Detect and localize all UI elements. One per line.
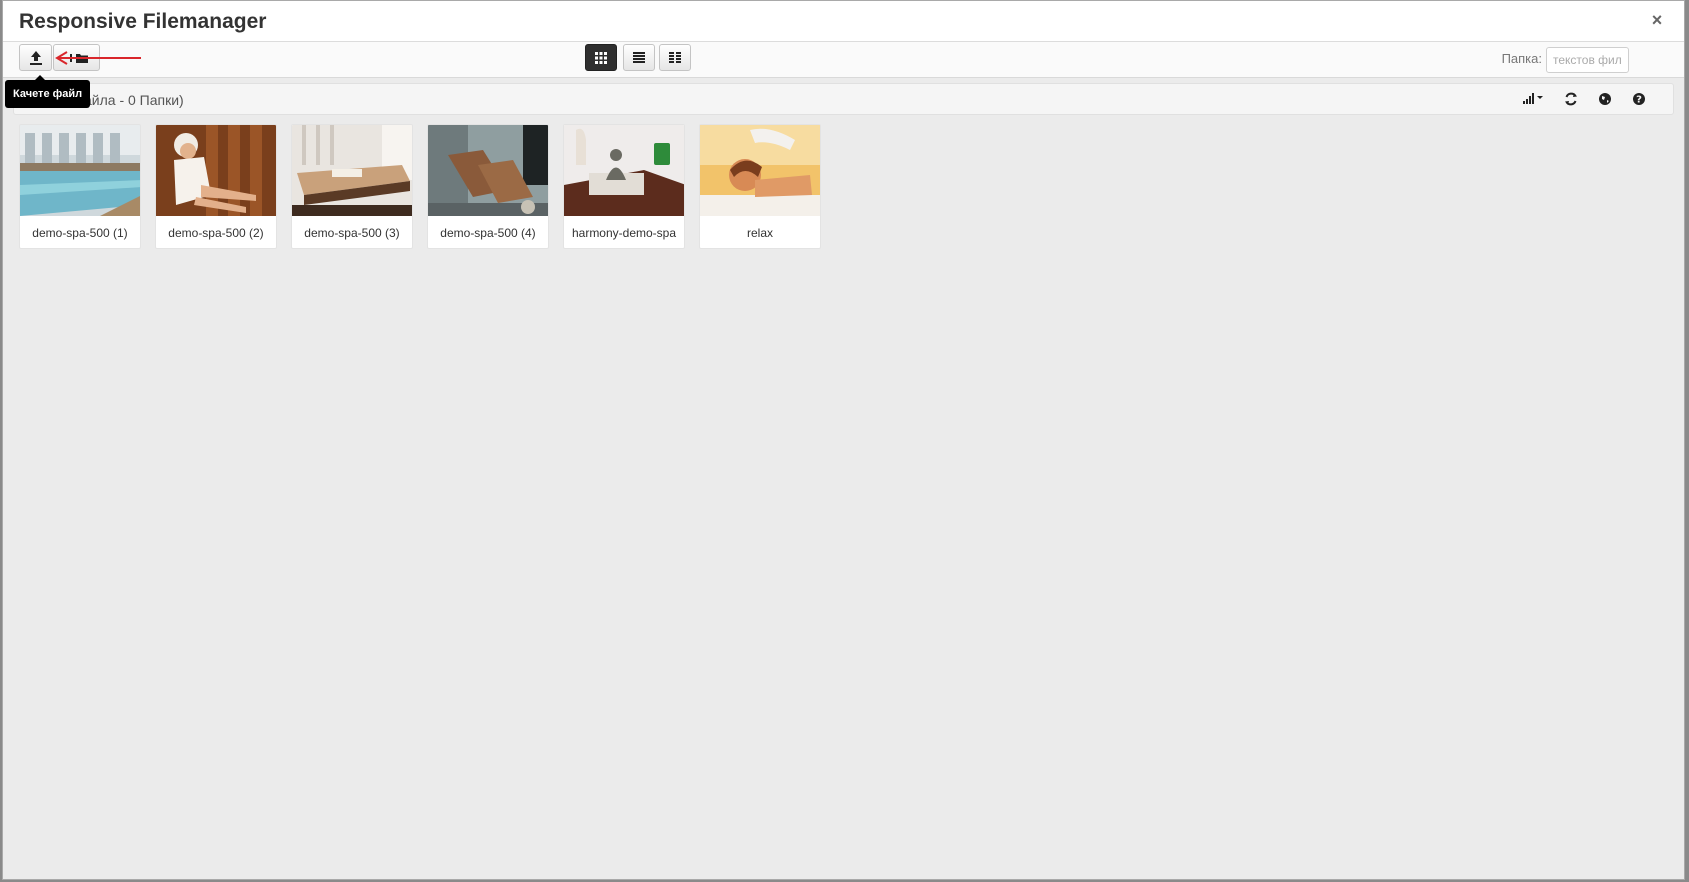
upload-button[interactable] [19, 44, 52, 71]
list-view-button[interactable] [623, 44, 655, 71]
page-title: Responsive Filemanager [19, 10, 267, 33]
upload-tooltip: Качете файл [5, 75, 91, 108]
thumbnail-image [700, 125, 820, 216]
search-input[interactable] [1546, 47, 1629, 73]
close-button[interactable]: × [1648, 11, 1666, 29]
upload-icon [29, 50, 42, 65]
help-button[interactable]: ? [1631, 91, 1647, 107]
filemanager-modal: Responsive Filemanager × Папка: текстов … [2, 0, 1685, 880]
list-icon [633, 52, 645, 63]
file-name: demo-spa-500 (2) [168, 226, 264, 240]
annotation-arrow-icon [55, 51, 141, 65]
file-name: demo-spa-500 (4) [440, 226, 536, 240]
thumbnail-image [292, 125, 412, 216]
file-item[interactable]: relax [699, 124, 821, 249]
file-item[interactable]: demo-spa-500 (2) [155, 124, 277, 249]
file-item[interactable]: demo-spa-500 (3) [291, 124, 413, 249]
svg-text:?: ? [1636, 95, 1642, 106]
file-name: demo-spa-500 (1) [32, 226, 128, 240]
file-item[interactable]: harmony-demo-spa [563, 124, 685, 249]
grid-icon [595, 51, 607, 64]
file-name: harmony-demo-spa [571, 226, 677, 240]
folder-label: Папка: [1501, 51, 1542, 66]
toolbar [3, 42, 1684, 78]
file-item[interactable]: demo-spa-500 (1) [19, 124, 141, 249]
thumbnail-image [156, 125, 276, 216]
columns-view-button[interactable] [659, 44, 691, 71]
columns-icon [669, 52, 681, 63]
file-name: relax [746, 226, 773, 240]
refresh-icon [1565, 92, 1577, 106]
refresh-button[interactable] [1563, 91, 1579, 107]
help-icon: ? [1633, 93, 1645, 106]
thumbnail-image [20, 125, 140, 216]
thumbnail-image [564, 125, 684, 216]
file-count-summary: айла - 0 Папки) [84, 92, 184, 108]
sort-bars-icon [1523, 93, 1543, 104]
grid-view-button[interactable] [585, 44, 617, 71]
globe-icon [1599, 93, 1611, 105]
file-grid: demo-spa-500 (1) demo-spa-500 (2) demo-s… [19, 124, 821, 249]
breadcrumb: айла - 0 Папки) ? [13, 83, 1674, 115]
file-item[interactable]: demo-spa-500 (4) [427, 124, 549, 249]
language-button[interactable] [1597, 91, 1613, 107]
file-name: demo-spa-500 (3) [304, 226, 400, 240]
sort-dropdown[interactable] [1521, 91, 1547, 107]
modal-header: Responsive Filemanager × [3, 1, 1684, 42]
thumbnail-image [428, 125, 548, 216]
